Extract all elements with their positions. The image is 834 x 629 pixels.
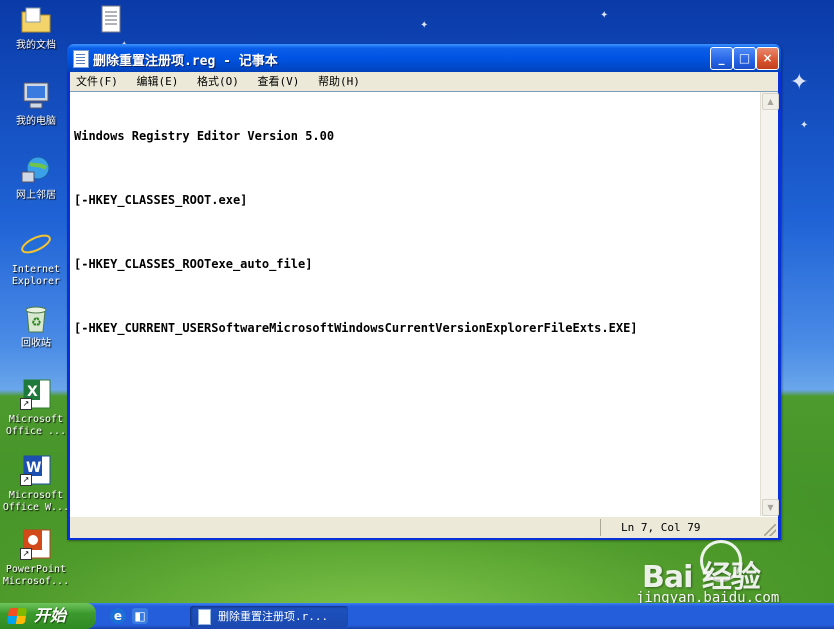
editor-line: [-HKEY_CURRENT_USERSoftwareMicrosoftWind… [74, 321, 638, 335]
minimize-button[interactable]: _ [710, 47, 733, 70]
star-decoration: ✦ [790, 70, 809, 95]
cursor-position: Ln 7, Col 79 [600, 519, 760, 536]
my-documents-icon [20, 4, 52, 36]
internet-explorer-icon: e [20, 228, 52, 263]
notepad-icon [73, 50, 89, 68]
desktop-icon-excel[interactable]: X ↗ Microsoft Office ... [0, 378, 72, 438]
recycle-bin-icon: ♻ [20, 302, 52, 334]
window-title: 删除重置注册项.reg - 记事本 [93, 54, 278, 69]
baidu-watermark: Bai 经验 jingyan.baidu.com [620, 540, 820, 610]
desktop-icon-recycle-bin[interactable]: ♻ 回收站 [0, 302, 72, 350]
menu-format[interactable]: 格式(O) [191, 72, 245, 91]
editor-content[interactable]: Windows Registry Editor Version 5.00 [-H… [74, 96, 760, 511]
maximize-button[interactable]: □ [733, 47, 756, 70]
desktop-icon-word[interactable]: W ↗ Microsoft Office W... [0, 454, 72, 514]
status-bar: Ln 7, Col 79 [70, 516, 778, 538]
menu-file[interactable]: 文件(F) [70, 72, 124, 91]
star-decoration: ✦ [600, 10, 609, 21]
start-label: 开始 [34, 606, 67, 625]
resize-grip-icon[interactable] [764, 524, 776, 536]
taskbar: 开始 e ◧ 删除重置注册项.r... [0, 603, 834, 629]
excel-icon: X ↗ [20, 378, 52, 410]
svg-text:e: e [25, 228, 43, 260]
notepad-icon [198, 609, 211, 625]
text-editor[interactable]: Windows Registry Editor Version 5.00 [-H… [70, 91, 779, 517]
editor-line: [-HKEY_CLASSES_ROOT.exe] [74, 193, 248, 207]
menu-edit[interactable]: 编辑(E) [131, 72, 185, 91]
editor-line: [-HKEY_CLASSES_ROOTexe_auto_file] [74, 257, 313, 271]
star-decoration: ✦ [420, 20, 429, 31]
notepad-window: 删除重置注册项.reg - 记事本 _ □ × 文件(F) 编辑(E) 格式(O… [67, 44, 781, 540]
desktop-icon-text-file[interactable] [74, 4, 146, 40]
scroll-up-icon[interactable]: ▲ [762, 93, 779, 110]
start-button[interactable]: 开始 [0, 603, 96, 629]
scroll-down-icon[interactable]: ▼ [762, 499, 779, 516]
desktop-icon-my-documents[interactable]: 我的文档 [0, 4, 72, 52]
desktop-icon-my-computer[interactable]: 我的电脑 [0, 80, 72, 128]
menu-view[interactable]: 查看(V) [252, 72, 306, 91]
close-button[interactable]: × [756, 47, 779, 70]
title-bar[interactable]: 删除重置注册项.reg - 记事本 _ □ × [67, 44, 781, 72]
desktop-icon-network[interactable]: 网上邻居 [0, 154, 72, 202]
text-file-icon [94, 4, 126, 36]
shortcut-arrow-icon: ↗ [20, 398, 32, 410]
quicklaunch-show-desktop-icon[interactable]: ◧ [132, 608, 148, 624]
windows-logo-icon [6, 608, 28, 624]
editor-line: Windows Registry Editor Version 5.00 [74, 129, 335, 143]
vertical-scrollbar[interactable]: ▲ ▼ [760, 92, 779, 517]
taskbar-notepad-button[interactable]: 删除重置注册项.r... [190, 606, 348, 627]
shortcut-arrow-icon: ↗ [20, 548, 32, 560]
powerpoint-icon: ↗ [20, 528, 52, 560]
network-places-icon [20, 154, 52, 186]
word-icon: W ↗ [20, 454, 52, 486]
menu-help[interactable]: 帮助(H) [312, 72, 366, 91]
star-decoration: ✦ [800, 120, 809, 131]
my-computer-icon [20, 80, 52, 112]
desktop-icon-powerpoint[interactable]: ↗ PowerPoint Microsof... [0, 528, 72, 588]
taskbar-notepad-label: 删除重置注册项.r... [218, 610, 329, 623]
svg-text:♻: ♻ [31, 315, 42, 329]
quicklaunch-ie-icon[interactable]: e [110, 608, 126, 624]
shortcut-arrow-icon: ↗ [20, 474, 32, 486]
menu-bar: 文件(F) 编辑(E) 格式(O) 查看(V) 帮助(H) [70, 72, 778, 91]
desktop-icon-ie[interactable]: e Internet Explorer [0, 228, 72, 288]
